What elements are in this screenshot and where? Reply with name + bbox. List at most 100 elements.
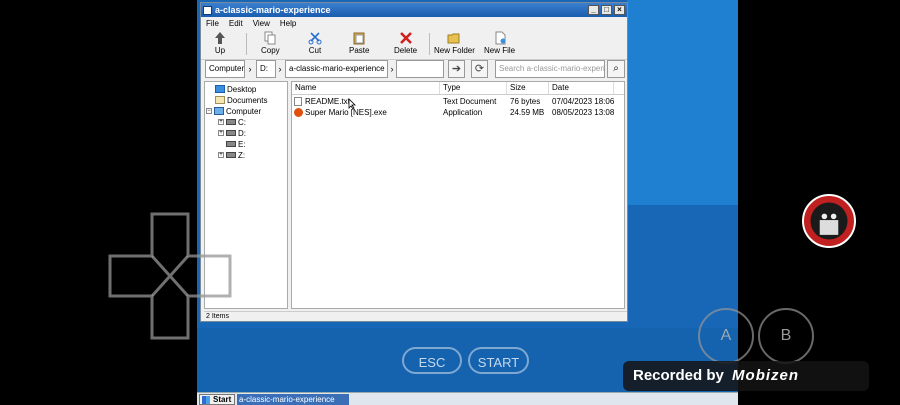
up-label: Up	[214, 46, 226, 55]
address-bar: Computer › D: › a-classic-mario-experien…	[205, 60, 625, 78]
drive-icon	[226, 130, 236, 136]
a-button[interactable]: A	[698, 308, 754, 364]
tree-item-drive-c[interactable]: + C:	[218, 117, 246, 127]
new-folder-button[interactable]: New Folder	[434, 31, 475, 55]
taskbar-window-item[interactable]: a-classic-mario-experience	[237, 394, 349, 405]
new-file-icon	[495, 31, 506, 45]
go-arrow-icon[interactable]: ➔	[448, 60, 465, 78]
tree-label: C:	[238, 117, 246, 127]
copy-label: Copy	[261, 46, 280, 55]
folder-app-icon	[203, 5, 212, 15]
recording-watermark: Recorded by Mobizen	[623, 361, 869, 391]
crumb-chevron-icon[interactable]: ›	[246, 60, 254, 78]
recorded-by-label: Recorded by	[633, 367, 724, 384]
computer-icon	[214, 107, 224, 115]
cut-label: Cut	[308, 46, 322, 55]
esc-button[interactable]: ESC	[402, 347, 462, 374]
refresh-icon[interactable]: ⟳	[471, 60, 488, 78]
tree-item-computer[interactable]: − Computer	[206, 106, 261, 116]
crumb-drive-d[interactable]: D:	[256, 60, 276, 78]
mario-app-icon	[294, 108, 303, 117]
emulator-desktop: a-classic-mario-experience _ □ × File Ed…	[197, 0, 738, 405]
tree-item-drive-e[interactable]: E:	[226, 139, 246, 149]
text-file-icon	[294, 97, 302, 106]
up-arrow-icon	[215, 32, 225, 44]
mobizen-logo: Mobizen	[732, 367, 800, 384]
column-name[interactable]: Name	[292, 82, 440, 94]
drive-icon	[226, 152, 236, 158]
crumb-chevron-icon[interactable]: ›	[388, 60, 396, 78]
column-type[interactable]: Type	[440, 82, 507, 94]
status-bar: 2 Items	[204, 311, 627, 322]
tree-label: Documents	[227, 95, 268, 105]
toolbar: Up Copy Cut Paste Delete New Folder New …	[201, 29, 627, 60]
start-button[interactable]: Start	[199, 394, 236, 405]
avatar-face-icon	[810, 202, 848, 240]
file-type: Application	[443, 108, 483, 117]
expand-toggle-icon[interactable]: +	[218, 152, 224, 158]
column-size[interactable]: Size	[507, 82, 549, 94]
crumb-computer[interactable]: Computer	[205, 60, 245, 78]
cut-button[interactable]: Cut	[308, 31, 322, 55]
tree-item-drive-d[interactable]: + D:	[218, 128, 246, 138]
file-size: 76 bytes	[510, 97, 541, 106]
drive-icon	[226, 141, 236, 147]
tree-label: Z:	[238, 150, 246, 160]
expand-toggle-icon[interactable]: +	[218, 130, 224, 136]
delete-label: Delete	[394, 46, 418, 55]
menu-file[interactable]: File	[201, 19, 224, 28]
scissors-icon	[308, 32, 322, 45]
file-date: 08/05/2023 13:08	[552, 108, 615, 117]
search-input[interactable]: Search a-classic-mario-experience	[495, 60, 605, 78]
maximize-button[interactable]: □	[601, 5, 612, 15]
start-overlay-button[interactable]: START	[468, 347, 529, 374]
new-file-button[interactable]: New File	[484, 31, 515, 55]
paste-label: Paste	[349, 46, 370, 55]
b-button[interactable]: B	[758, 308, 814, 364]
delete-button[interactable]: Delete	[394, 31, 417, 55]
documents-icon	[215, 96, 225, 104]
menu-edit[interactable]: Edit	[224, 19, 248, 28]
tree-label: D:	[238, 128, 246, 138]
avatar[interactable]	[802, 194, 856, 248]
crumb-current-folder[interactable]: a-classic-mario-experience	[285, 60, 388, 78]
mouse-cursor-icon	[348, 98, 356, 110]
column-date[interactable]: Date	[549, 82, 614, 94]
tree-item-desktop[interactable]: Desktop	[215, 84, 256, 94]
tree-label: Desktop	[227, 84, 257, 94]
clipboard-icon	[353, 32, 365, 45]
toolbar-separator	[429, 33, 430, 55]
tree-item-documents[interactable]: Documents	[215, 95, 267, 105]
table-row[interactable]: Super Mario [NES].exe Application 24.59 …	[292, 107, 624, 118]
crumb-chevron-icon[interactable]: ›	[276, 60, 284, 78]
tree-label: E:	[238, 139, 246, 149]
new-folder-icon	[447, 33, 460, 44]
copy-button[interactable]: Copy	[261, 31, 280, 55]
new-file-label: New File	[484, 46, 516, 55]
file-type: Text Document	[443, 97, 497, 106]
start-label: Start	[213, 395, 232, 404]
collapse-toggle-icon[interactable]: −	[206, 108, 212, 114]
file-list: Name Type Size Date README.txt Text Docu…	[291, 81, 625, 309]
desktop-icon	[215, 85, 225, 93]
title-bar[interactable]: a-classic-mario-experience _ □ ×	[201, 3, 627, 17]
file-name: Super Mario [NES].exe	[305, 108, 387, 117]
close-button[interactable]: ×	[614, 5, 625, 15]
dpad-icon[interactable]	[108, 212, 232, 340]
expand-toggle-icon[interactable]: +	[218, 119, 224, 125]
up-button[interactable]: Up	[213, 31, 227, 55]
menu-view[interactable]: View	[248, 19, 275, 28]
copy-icon	[264, 31, 276, 45]
search-icon[interactable]: ⌕	[607, 60, 625, 78]
minimize-button[interactable]: _	[588, 5, 599, 15]
file-date: 07/04/2023 18:06	[552, 97, 615, 106]
address-empty-area[interactable]	[396, 60, 444, 78]
tree-label: Computer	[226, 106, 262, 116]
table-row[interactable]: README.txt Text Document 76 bytes 07/04/…	[292, 96, 624, 107]
paste-button[interactable]: Paste	[349, 31, 369, 55]
menu-bar: File Edit View Help	[201, 17, 627, 29]
window-title: a-classic-mario-experience	[215, 5, 331, 15]
new-folder-label: New Folder	[434, 46, 475, 55]
menu-help[interactable]: Help	[275, 19, 301, 28]
tree-item-drive-z[interactable]: + Z:	[218, 150, 245, 160]
